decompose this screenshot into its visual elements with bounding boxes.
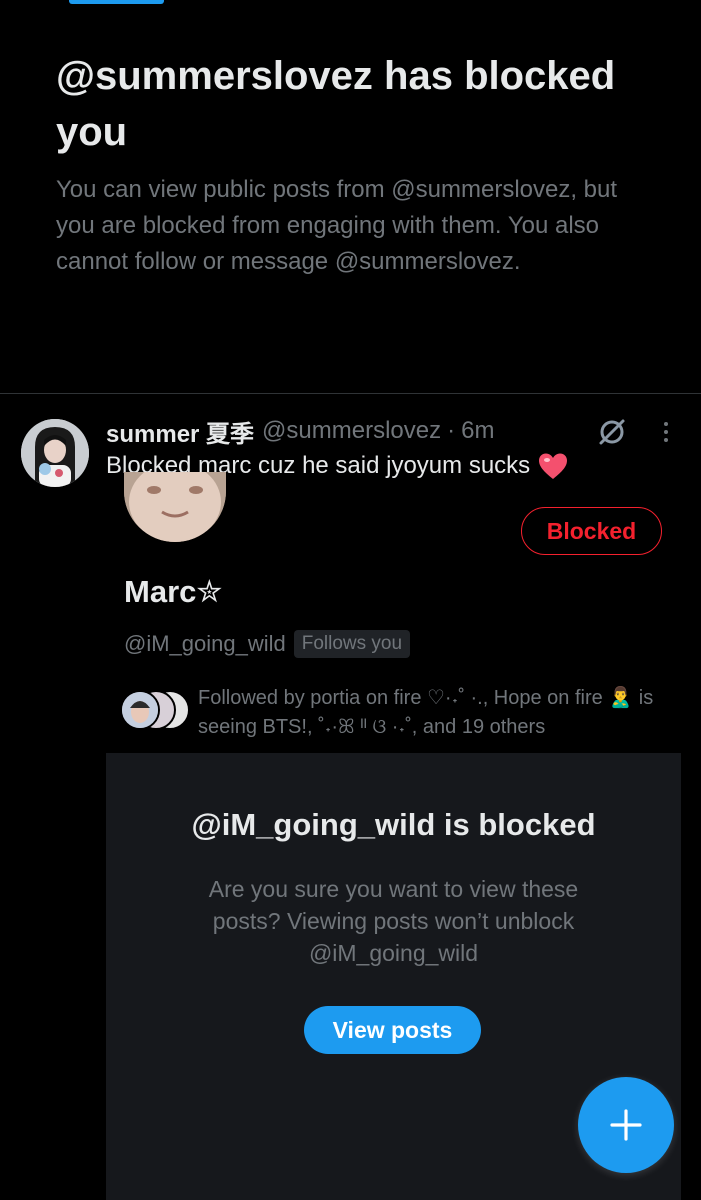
post-timestamp[interactable]: 6m bbox=[461, 417, 494, 445]
blocked-notice-description: You can view public posts from @summersl… bbox=[56, 176, 618, 275]
post-author-handle[interactable]: @summerslovez bbox=[262, 417, 441, 445]
avatar[interactable] bbox=[21, 419, 89, 487]
profile-handle-row: @iM_going_wild Follows you bbox=[124, 630, 411, 658]
blocked-button[interactable]: Blocked bbox=[521, 507, 662, 555]
followed-by-text[interactable]: Followed by portia on fire ♡·˖˚ ·., Hope… bbox=[198, 684, 668, 742]
view-posts-button[interactable]: View posts bbox=[304, 1006, 481, 1054]
tab-indicator bbox=[69, 0, 164, 4]
blocked-panel-description: Are you sure you want to view these post… bbox=[208, 876, 579, 966]
follower-avatar bbox=[120, 690, 160, 730]
plus-icon bbox=[610, 1109, 642, 1141]
profile-handle[interactable]: @iM_going_wild bbox=[124, 631, 286, 657]
heart-icon bbox=[539, 453, 568, 479]
more-options-icon[interactable] bbox=[654, 418, 678, 446]
post-author-name[interactable]: summer 夏季 bbox=[106, 414, 254, 449]
profile-name[interactable]: Marc✮ bbox=[124, 574, 222, 610]
grok-icon[interactable] bbox=[596, 416, 628, 448]
post-separator: · bbox=[447, 417, 456, 444]
post-header: summer 夏季 @summerslovez · 6m bbox=[106, 414, 494, 448]
profile-avatar[interactable] bbox=[124, 472, 226, 542]
blocked-panel-title: @iM_going_wild is blocked bbox=[191, 807, 596, 842]
profile-avatar-image bbox=[124, 472, 226, 542]
follows-you-badge: Follows you bbox=[293, 630, 411, 658]
compose-post-button[interactable] bbox=[578, 1077, 674, 1173]
divider bbox=[0, 393, 701, 394]
blocked-notice-title: @summerslovez has blocked you bbox=[56, 54, 616, 154]
followers-avatars[interactable] bbox=[120, 690, 190, 730]
avatar-image bbox=[21, 419, 89, 487]
